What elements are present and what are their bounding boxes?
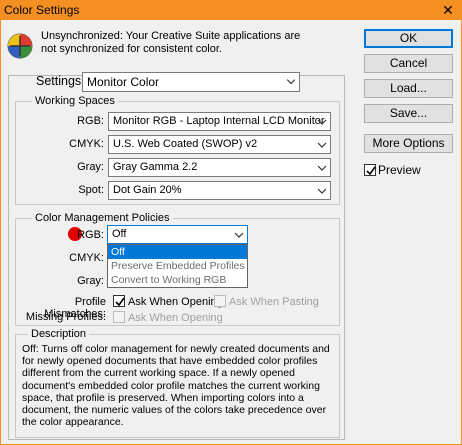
ws-spot-value: Dot Gain 20% (113, 184, 182, 196)
policy-cmyk-label: CMYK: (69, 252, 104, 264)
settings-select-value: Monitor Color (87, 75, 160, 89)
cancel-button[interactable]: Cancel (364, 54, 453, 73)
ws-rgb-label: RGB: (77, 115, 104, 127)
more-options-button[interactable]: More Options (364, 134, 453, 153)
chevron-down-icon (317, 165, 327, 171)
ok-button[interactable]: OK (364, 29, 453, 48)
missing-profiles-label: Missing Profiles: (25, 311, 106, 323)
checkmark-icon (115, 297, 125, 307)
dropdown-option-preserve[interactable]: Preserve Embedded Profiles (108, 259, 247, 273)
settings-select[interactable]: Monitor Color (82, 72, 300, 92)
chevron-down-icon (234, 232, 244, 238)
policy-rgb-select[interactable]: Off (107, 225, 248, 244)
settings-label: Settings: (36, 74, 85, 88)
ask-opening-missing-checkbox[interactable] (113, 311, 125, 323)
ws-spot-select[interactable]: Dot Gain 20% (108, 181, 331, 200)
save-button[interactable]: Save... (364, 104, 453, 123)
chevron-down-icon (317, 119, 327, 125)
sync-message: Unsynchronized: Your Creative Suite appl… (41, 30, 301, 55)
policy-gray-label: Gray: (77, 275, 104, 287)
load-button[interactable]: Load... (364, 79, 453, 98)
ask-opening-mismatch-checkbox[interactable] (113, 295, 125, 307)
policies-title: Color Management Policies (32, 212, 173, 224)
policy-rgb-label: RGB: (77, 229, 104, 241)
policy-rgb-value: Off (112, 228, 127, 240)
ask-opening-missing-label: Ask When Opening (128, 312, 223, 324)
ask-pasting-checkbox[interactable] (214, 295, 226, 307)
description-title: Description (28, 328, 90, 340)
ws-gray-label: Gray: (77, 161, 104, 173)
ws-rgb-value: Monitor RGB - Laptop Internal LCD Monito… (113, 115, 325, 127)
dropdown-option-off[interactable]: Off (108, 245, 247, 259)
ask-pasting-label: Ask When Pasting (229, 296, 319, 308)
description-text: Off: Turns off color management for newl… (22, 343, 330, 429)
ws-gray-value: Gray Gamma 2.2 (113, 161, 198, 173)
ws-cmyk-value: U.S. Web Coated (SWOP) v2 (113, 138, 258, 150)
chevron-down-icon (286, 79, 296, 85)
ws-cmyk-label: CMYK: (69, 138, 104, 150)
window-title: Color Settings (4, 3, 80, 17)
checkmark-icon (366, 166, 376, 176)
preview-label: Preview (378, 163, 421, 177)
ws-spot-label: Spot: (78, 184, 104, 196)
creative-suite-icon (7, 33, 33, 59)
close-button[interactable]: ✕ (434, 0, 462, 20)
ws-gray-select[interactable]: Gray Gamma 2.2 (108, 158, 331, 177)
ask-opening-mismatch-label: Ask When Opening (128, 296, 223, 308)
ws-cmyk-select[interactable]: U.S. Web Coated (SWOP) v2 (108, 135, 331, 154)
title-bar: Color Settings ✕ (0, 0, 462, 20)
preview-checkbox[interactable] (364, 164, 376, 176)
dropdown-option-convert[interactable]: Convert to Working RGB (108, 273, 247, 287)
chevron-down-icon (317, 188, 327, 194)
ws-rgb-select[interactable]: Monitor RGB - Laptop Internal LCD Monito… (108, 112, 331, 131)
working-spaces-title: Working Spaces (32, 95, 118, 107)
policy-dropdown-list[interactable]: Off Preserve Embedded Profiles Convert t… (107, 244, 248, 288)
chevron-down-icon (317, 142, 327, 148)
